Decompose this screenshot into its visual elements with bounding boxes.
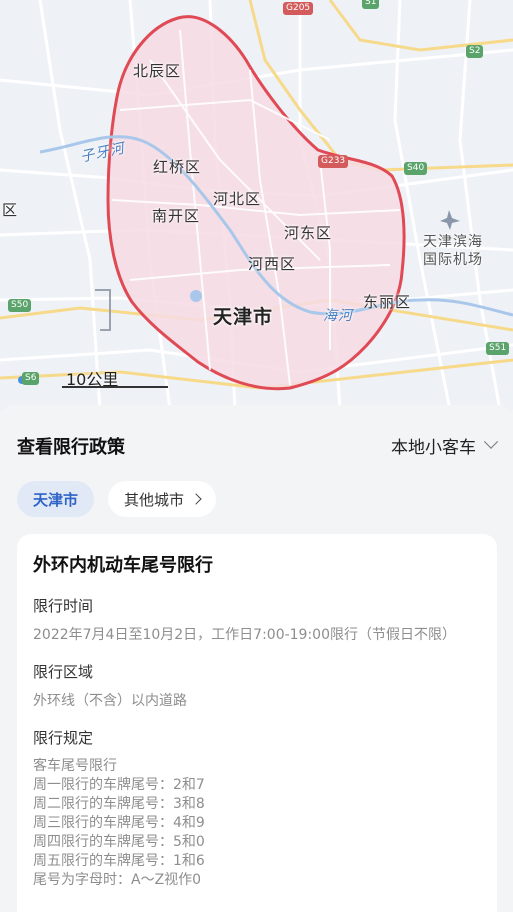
district-label-hongqiao[interactable]: 红桥区 [153, 156, 201, 177]
time-section-label: 限行时间 [33, 597, 94, 615]
policy-sheet: 查看限行政策 本地小客车 天津市 其他城市 外环内机动车尾号限行 限行时间 20… [0, 405, 513, 912]
rule-line: 周二限行的车牌尾号：3和8 [33, 796, 205, 812]
chevron-right-icon [190, 493, 202, 505]
tab-tianjin-label: 天津市 [33, 490, 79, 509]
road-badge-s1: S1 [362, 0, 380, 9]
rules-list: 客车尾号限行 周一限行的车牌尾号：2和7 周二限行的车牌尾号：3和8 周三限行的… [33, 757, 481, 890]
district-label-dongli[interactable]: 东丽区 [363, 291, 411, 312]
rule-line: 周三限行的车牌尾号：4和9 [33, 815, 205, 831]
district-label-beichen[interactable]: 北辰区 [133, 60, 181, 81]
sheet-title: 查看限行政策 [17, 437, 125, 458]
chevron-down-icon [483, 434, 499, 449]
area-section-value: 外环线（不含）以内道路 [33, 693, 187, 709]
airport-label[interactable]: 天津滨海 国际机场 [423, 233, 483, 269]
road-badge-s2: S2 [466, 45, 484, 58]
rule-line: 周五限行的车牌尾号：1和6 [33, 853, 205, 869]
tab-other-cities[interactable]: 其他城市 [108, 481, 217, 517]
restriction-card: 外环内机动车尾号限行 限行时间 2022年7月4日至10月2日，工作日7:00-… [17, 534, 497, 912]
city-tabs: 天津市 其他城市 [17, 481, 217, 517]
district-label-hedong[interactable]: 河东区 [284, 222, 332, 243]
map-view[interactable]: 北辰区 红桥区 河北区 南开区 河东区 河西区 东丽区 区 天津市 天津滨海 国… [0, 0, 513, 410]
road-badge-s6: S6 [22, 372, 40, 385]
sheet-header: 查看限行政策 本地小客车 [17, 433, 499, 458]
city-label-tianjin[interactable]: 天津市 [213, 302, 273, 329]
rule-line: 客车尾号限行 [33, 758, 117, 774]
district-label-hebei[interactable]: 河北区 [213, 188, 261, 209]
rules-section-label: 限行规定 [33, 729, 94, 747]
tab-other-cities-label: 其他城市 [124, 490, 185, 509]
road-badge-g205: G205 [283, 2, 314, 15]
district-label-edge[interactable]: 区 [2, 199, 18, 220]
road-badge-g233: G233 [318, 155, 349, 168]
rule-line: 尾号为字母时：A～Z视作0 [33, 872, 202, 888]
time-section-value: 2022年7月4日至10月2日，工作日7:00-19:00限行（节假日不限） [33, 627, 456, 643]
vehicle-type-dropdown[interactable]: 本地小客车 [391, 433, 499, 458]
tab-tianjin[interactable]: 天津市 [17, 481, 95, 517]
vehicle-type-label: 本地小客车 [391, 438, 476, 458]
area-section-label: 限行区域 [33, 663, 94, 681]
road-badge-s40: S40 [404, 162, 428, 175]
map-scale-bar [62, 386, 168, 388]
road-badge-s50: S50 [8, 299, 32, 312]
road-badge-s51: S51 [486, 342, 510, 355]
restriction-title: 外环内机动车尾号限行 [33, 555, 213, 576]
river-label-hai: 海河 [323, 308, 353, 324]
district-label-hexi[interactable]: 河西区 [248, 253, 296, 274]
rule-line: 周四限行的车牌尾号：5和0 [33, 834, 205, 850]
rule-line: 周一限行的车牌尾号：2和7 [33, 777, 205, 793]
district-label-nankai[interactable]: 南开区 [152, 205, 200, 226]
